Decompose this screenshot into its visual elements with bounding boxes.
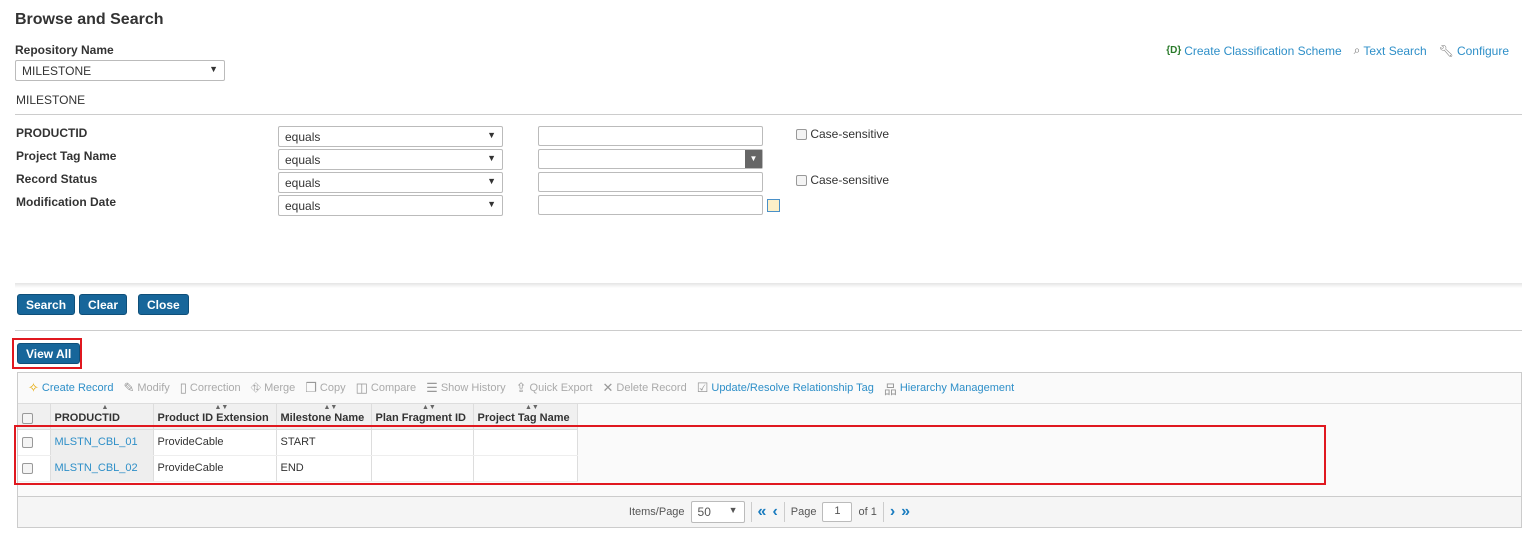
operator-select[interactable]: equals ▼	[278, 149, 503, 170]
record-status-input[interactable]	[538, 172, 763, 192]
first-page-icon[interactable]: «	[758, 503, 767, 521]
items-per-page-select[interactable]: 50 ▼	[690, 501, 745, 523]
toolbar-icon: ▯	[179, 380, 187, 395]
criteria-label: PRODUCTID	[16, 126, 88, 140]
last-page-icon[interactable]: »	[901, 503, 910, 521]
toolbar-show-history-button[interactable]: ☰ Show History	[426, 380, 505, 396]
modification-date-input[interactable]	[538, 195, 763, 215]
text-search-icon: ⌕	[1353, 43, 1361, 57]
search-button[interactable]: Search	[17, 294, 76, 315]
project-tag-select[interactable]: ▼	[538, 149, 763, 169]
operator-select[interactable]: equals ▼	[278, 172, 503, 193]
page-label: Page	[790, 506, 817, 518]
highlight-box	[14, 425, 1326, 485]
toolbar-icon: ✧	[28, 380, 39, 395]
create-classification-scheme-link[interactable]: {D} Create Classification Scheme	[1166, 43, 1341, 58]
toolbar-update-resolve-relationship-tag-button[interactable]: ☑ Update/Resolve Relationship Tag	[697, 380, 874, 396]
toolbar-icon: ⇪	[515, 380, 527, 395]
clear-button[interactable]: Clear	[79, 294, 128, 315]
case-sensitive-checkbox[interactable]: Case-sensitive	[796, 173, 889, 187]
toolbar-hierarchy-management-button[interactable]: 品 Hierarchy Management	[884, 379, 1014, 398]
previous-page-icon[interactable]: ‹	[772, 503, 777, 521]
chevron-down-icon: ▼	[745, 150, 762, 168]
divider	[15, 330, 1522, 331]
toolbar-icon: ☰	[426, 380, 438, 395]
page-count: of 1	[858, 506, 877, 518]
repository-value: MILESTONE	[22, 64, 92, 78]
toolbar-quick-export-button[interactable]: ⇪ Quick Export	[516, 380, 593, 396]
toolbar-merge-button[interactable]: ⛗ Merge	[251, 380, 296, 396]
chevron-down-icon: ▼	[209, 64, 218, 74]
toolbar-icon: 品	[883, 381, 897, 397]
page-title: Browse and Search	[15, 11, 164, 28]
toolbar-icon: ⛗	[250, 380, 262, 395]
toolbar-icon: ◫	[355, 380, 368, 395]
toolbar-icon: ✎	[123, 380, 135, 395]
items-per-page-label: Items/Page	[628, 506, 685, 518]
next-page-icon[interactable]: ›	[890, 503, 895, 521]
case-sensitive-checkbox[interactable]: Case-sensitive	[796, 127, 889, 141]
page-input[interactable]: 1	[822, 502, 853, 522]
divider	[15, 283, 1522, 288]
criteria-label: Project Tag Name	[16, 149, 117, 163]
toolbar-correction-button[interactable]: ▯ Correction	[180, 380, 241, 396]
divider	[15, 114, 1522, 115]
repository-select[interactable]: MILESTONE ▼	[15, 60, 225, 81]
pager: Items/Page 50 ▼ « ‹ Page 1 of 1 › »	[18, 496, 1521, 527]
toolbar-copy-button[interactable]: ❐ Copy	[305, 380, 345, 396]
toolbar-modify-button[interactable]: ✎ Modify	[123, 380, 169, 396]
toolbar-icon: ☑	[696, 380, 709, 395]
toolbar-icon: ❐	[305, 380, 317, 395]
calendar-icon[interactable]	[767, 199, 780, 212]
close-button[interactable]: Close	[138, 294, 189, 315]
wrench-icon: 🔧︎	[1438, 43, 1454, 58]
classification-icon: {D}	[1166, 45, 1182, 56]
criteria-label: Record Status	[16, 172, 98, 186]
toolbar-compare-button[interactable]: ◫ Compare	[356, 380, 417, 396]
configure-link[interactable]: 🔧︎ Configure	[1439, 43, 1509, 58]
criteria-label: Modification Date	[16, 195, 117, 209]
grid-toolbar: ✧ Create Record ✎ Modify ▯ Correction ⛗ Merge ❐ C…	[18, 373, 1521, 404]
highlight-box	[12, 338, 82, 369]
repository-subtitle: MILESTONE	[16, 93, 86, 107]
operator-select[interactable]: equals ▼	[278, 195, 503, 216]
text-search-link[interactable]: ⌕ Text Search	[1354, 43, 1427, 58]
productid-input[interactable]	[538, 126, 763, 146]
operator-select[interactable]: equals ▼	[278, 126, 503, 147]
toolbar-delete-record-button[interactable]: ✕ Delete Record	[602, 380, 686, 396]
toolbar-create-record-button[interactable]: ✧ Create Record	[28, 380, 113, 396]
toolbar-icon: ✕	[602, 380, 614, 395]
repository-label: Repository Name	[15, 43, 114, 57]
